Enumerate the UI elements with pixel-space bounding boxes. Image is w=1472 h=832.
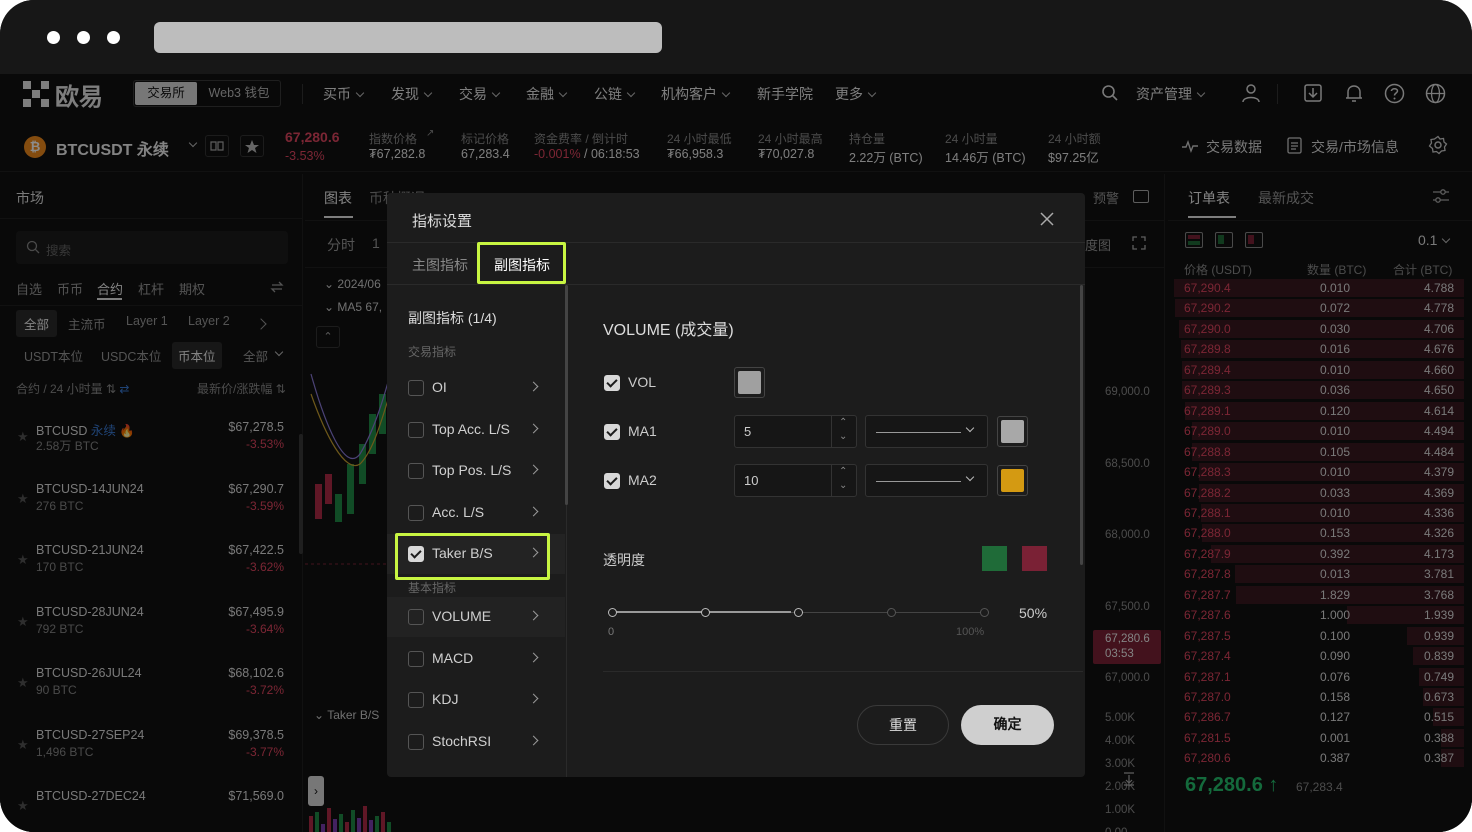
indicator-label: MACD [432,649,474,666]
indicator-checkbox[interactable] [408,609,424,625]
detail-title: VOLUME (成交量) [603,322,734,339]
indicator-checkbox[interactable] [408,650,424,667]
chevron-right-icon [528,381,539,392]
indicator-checkbox[interactable] [408,463,424,479]
ma1-checkbox[interactable] [604,424,620,440]
indicator-item-macd[interactable]: MACD [387,639,565,679]
indicator-item-kdj[interactable]: KDJ [387,680,565,720]
indicator-label: Top Acc. L/S [432,420,510,437]
vol-color-fill [738,371,761,394]
chevron-right-icon [528,735,539,745]
slider-min-label: 0 [608,626,615,638]
indicator-item-top-acc-l-s[interactable]: Top Acc. L/S [387,410,565,450]
stepper-up-icon[interactable]: ⌃ [839,417,847,428]
ma1-color-swatch[interactable] [997,416,1028,447]
stepper-down-icon[interactable]: ⌄ [839,480,847,491]
indicator-label: Acc. L/S [432,503,485,520]
ma2-label: MA2 [628,472,657,488]
stepper-up-icon[interactable]: ⌃ [839,466,847,477]
opacity-value: 50% [1019,605,1048,621]
highlight-box [477,242,566,284]
ma1-period-value: 5 [744,424,752,439]
up-color-swatch[interactable] [982,546,1007,571]
indicator-item-stochrsi[interactable]: StochRSI [387,722,565,762]
indicator-item-volume[interactable]: VOLUME [387,597,565,637]
indicator-label: VOLUME [432,608,492,624]
window-close-dot[interactable] [47,31,60,44]
ma2-line-style-select[interactable] [865,464,988,497]
opacity-label: 透明度 [603,552,645,568]
ma1-period-input[interactable]: 5 ⌃ ⌄ [734,415,857,448]
window-minimize-dot[interactable] [77,31,90,44]
divider [831,465,832,496]
indicator-label: KDJ [432,691,459,707]
browser-toolbar [0,0,1472,74]
chevron-down-icon [965,423,975,433]
indicator-checkbox[interactable] [408,380,424,396]
indicator-checkbox[interactable] [408,421,424,438]
slider-step[interactable] [794,608,803,617]
indicator-item-oi[interactable]: OI [387,368,565,408]
confirm-button[interactable]: 确定 [961,705,1054,745]
vol-label: VOL [628,374,657,390]
chevron-right-icon [528,423,539,433]
slider-max-label: 100% [956,626,985,638]
ma2-color-fill [1001,469,1024,492]
chevron-right-icon [528,506,539,516]
slider-step[interactable] [701,608,710,617]
chevron-right-icon [528,464,539,475]
indicator-list: 副图指标 (1/4) 交易指标 OI Top Acc. L/S Top Pos. L… [387,285,568,777]
indicator-settings-dialog: 指标设置 主图指标 副图指标 副图指标 (1/4) 交易指标 OI Top Acc… [387,193,1085,777]
ma2-color-swatch[interactable] [997,465,1028,496]
line-style-preview [876,432,961,433]
vol-color-swatch[interactable] [734,367,765,398]
list-title: 副图指标 (1/4) [408,310,497,326]
group-trade-label: 交易指标 [408,345,457,359]
group-basic-label: 基本指标 [408,581,457,595]
indicator-item-top-pos-l-s[interactable]: Top Pos. L/S [387,451,565,491]
down-color-swatch[interactable] [1022,546,1047,571]
scrollbar[interactable] [565,285,568,505]
stepper-down-icon[interactable]: ⌄ [839,431,847,442]
chevron-down-icon [965,472,975,482]
close-icon[interactable] [1039,211,1055,227]
ma2-checkbox[interactable] [604,473,620,489]
indicator-label: StochRSI [432,732,492,749]
line-style-preview [876,481,961,482]
tab-main-indicator[interactable]: 主图指标 [412,255,468,275]
slider-step[interactable] [608,608,617,617]
indicator-checkbox[interactable] [408,692,424,708]
divider [831,416,832,447]
scrollbar[interactable] [1080,285,1083,565]
dialog-title: 指标设置 [412,213,473,230]
highlight-box [395,533,550,580]
slider-step[interactable] [887,608,896,617]
ma1-line-style-select[interactable] [865,415,988,448]
chevron-right-icon [528,610,539,621]
indicator-checkbox[interactable] [408,733,424,750]
indicator-label: OI [432,379,447,395]
ma1-color-fill [1001,420,1024,443]
window-maximize-dot[interactable] [107,31,120,44]
ma2-period-input[interactable]: 10 ⌃ ⌄ [734,464,857,497]
indicator-checkbox[interactable] [408,504,424,521]
vol-checkbox[interactable] [604,375,620,391]
reset-button[interactable]: 重置 [857,705,949,745]
address-bar[interactable] [154,22,662,53]
ma1-label: MA1 [628,423,657,439]
indicator-item-acc-l-s[interactable]: Acc. L/S [387,493,565,533]
app-window: 欧易 交易所 Web3 钱包 买币 发现 交易 金融 公链 机构客户 新手学院 更多 资产管理 [0,0,1472,832]
chevron-right-icon [528,652,539,662]
chevron-right-icon [528,693,539,704]
slider-step[interactable] [980,608,989,617]
indicator-label: Top Pos. L/S [432,462,512,478]
divider [603,671,1083,672]
ma2-period-value: 10 [744,473,759,488]
